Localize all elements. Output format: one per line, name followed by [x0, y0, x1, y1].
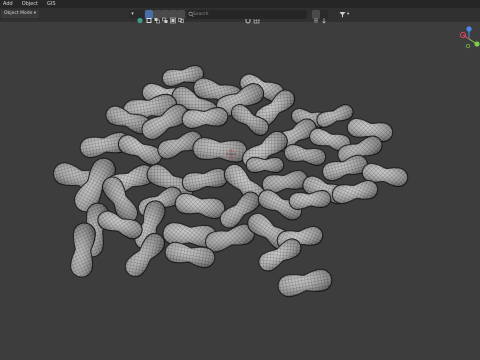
sort-button[interactable] — [320, 10, 328, 24]
select-subtract-button[interactable] — [161, 10, 169, 23]
funnel-icon[interactable] — [338, 10, 347, 19]
filter-toggle-button[interactable] — [312, 10, 320, 23]
select-intersect-button[interactable] — [177, 10, 185, 23]
peanut-mesh[interactable] — [174, 192, 227, 221]
mode-label: Object Mode — [4, 11, 33, 16]
select-extend-button[interactable] — [153, 10, 161, 24]
3d-viewport[interactable] — [0, 22, 480, 360]
search-placeholder: Search — [193, 12, 209, 17]
select-invert-button[interactable] — [169, 10, 177, 24]
chevron-down-icon: ▾ — [33, 11, 37, 16]
select-box-button[interactable] — [145, 10, 153, 23]
main-menu: Add Object GIS — [2, 0, 57, 8]
peanut-mesh-pile[interactable] — [51, 64, 409, 298]
search-field[interactable]: Search — [187, 10, 307, 19]
chevron-down-icon: ▾ — [131, 11, 134, 17]
menu-object[interactable]: Object — [21, 0, 39, 8]
mode-dropdown[interactable]: Object Mode ▾ — [1, 10, 40, 18]
peanut-mesh[interactable] — [192, 137, 248, 163]
peanut-mesh[interactable] — [181, 167, 229, 193]
menu-gis[interactable]: GIS — [46, 0, 57, 8]
menu-add[interactable]: Add — [2, 0, 14, 8]
search-icon — [188, 11, 194, 18]
peanut-mesh[interactable] — [276, 268, 333, 299]
peanut-mesh[interactable] — [283, 143, 327, 167]
peanut-mesh[interactable] — [331, 179, 379, 205]
view-options-button[interactable]: ▾ — [129, 10, 136, 19]
top-menu-bar: Add Object GIS — [0, 0, 480, 8]
chevron-down-icon[interactable]: ▾ — [347, 10, 349, 19]
peanut-mesh[interactable] — [245, 156, 285, 174]
overlay-color-button[interactable] — [136, 10, 144, 24]
